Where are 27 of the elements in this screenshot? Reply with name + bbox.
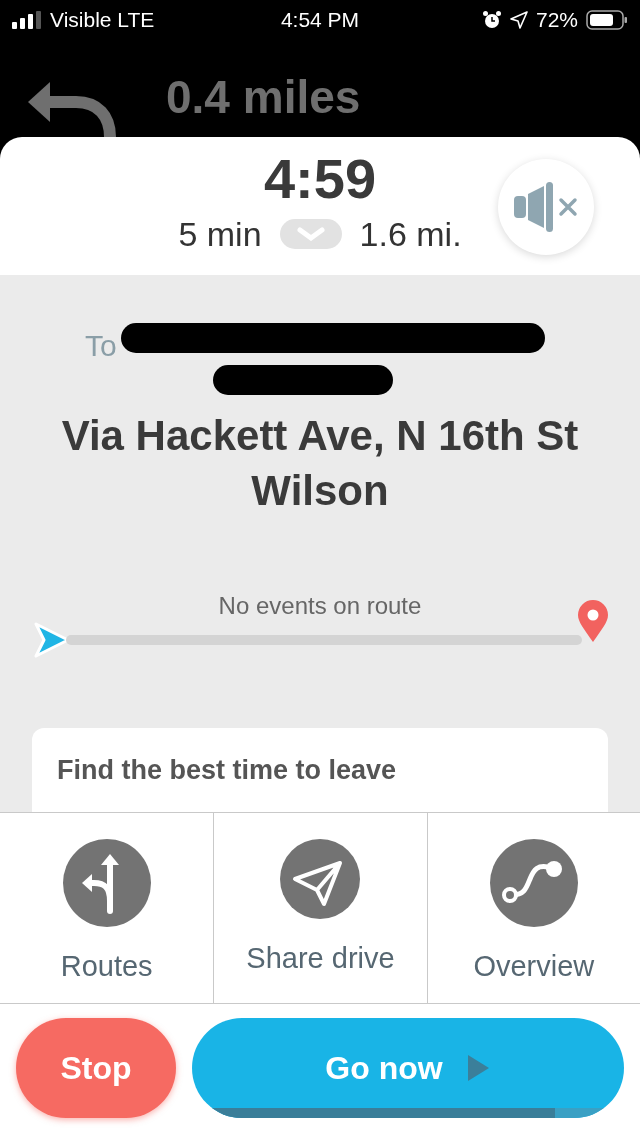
carrier-label: Visible LTE <box>50 7 155 34</box>
destination-pin-icon <box>576 599 610 644</box>
paper-plane-icon <box>280 839 361 919</box>
action-button[interactable]: Routes <box>0 813 214 1003</box>
route-via-text: Via Hackett Ave, N 16th St Wilson <box>60 411 580 516</box>
fork-arrows-icon <box>62 839 151 927</box>
leave-time-card[interactable]: Find the best time to leave <box>32 728 608 812</box>
trip-distance: 1.6 mi. <box>359 217 462 251</box>
alarm-clock-icon <box>481 10 502 30</box>
action-button[interactable]: Overview <box>426 813 640 1003</box>
chevron-down-icon <box>296 227 325 241</box>
location-arrow-icon <box>509 11 528 29</box>
battery-percent: 72% <box>535 7 578 34</box>
sound-button[interactable] <box>498 159 594 255</box>
route-events-label: No events on route <box>218 591 422 622</box>
action-button[interactable]: Share drive <box>213 813 427 1003</box>
turn-left-icon <box>26 80 116 137</box>
clock-time: 4:54 PM <box>279 7 361 34</box>
trip-duration: 5 min <box>178 217 262 251</box>
battery-icon <box>586 10 628 30</box>
arrival-time: 4:59 <box>263 151 377 207</box>
leave-time-title: Find the best time to leave <box>57 755 397 786</box>
to-label: To <box>85 328 117 364</box>
signal-icon <box>12 11 42 29</box>
turn-distance: 0.4 miles <box>166 74 361 120</box>
expand-button[interactable] <box>279 219 342 249</box>
speaker-muted-icon <box>512 180 580 234</box>
